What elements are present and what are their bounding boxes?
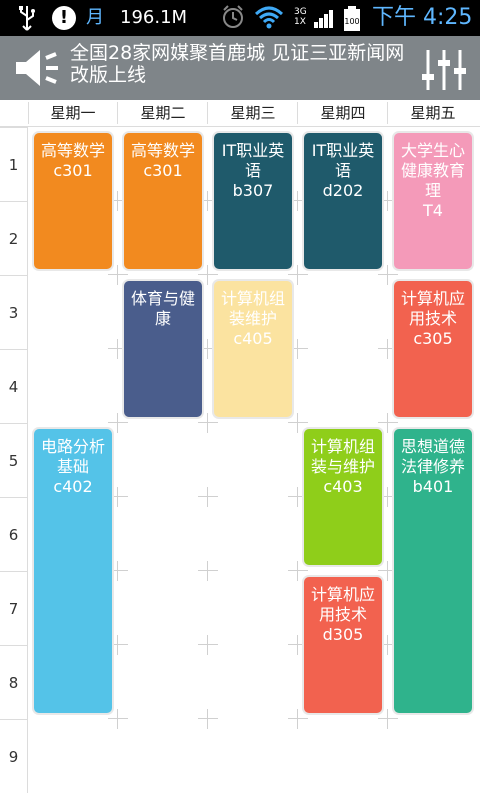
- period-number: 9: [0, 719, 28, 793]
- calendar-indicator: 月: [86, 7, 104, 28]
- course-card[interactable]: 大学生心健康教育理 T4: [392, 131, 474, 271]
- course-card[interactable]: 高等数学 c301: [122, 131, 204, 271]
- course-name: IT职业英语: [311, 141, 375, 180]
- grid-marker: [198, 635, 218, 655]
- course-card[interactable]: IT职业英语 d202: [302, 131, 384, 271]
- day-divider: [387, 102, 388, 124]
- course-card[interactable]: 体育与健康: [122, 279, 204, 419]
- period-number: 5: [0, 423, 28, 497]
- course-name: 体育与健康: [130, 289, 195, 328]
- course-name: 计算机组装与维护: [310, 437, 375, 476]
- course-name: IT职业英语: [221, 141, 285, 180]
- alert-icon: !: [52, 6, 76, 30]
- day-divider: [117, 102, 118, 124]
- course-room: c403: [323, 477, 363, 496]
- news-header: 全国28家网媒聚首鹿城 见证三亚新闻网改版上线: [0, 36, 480, 100]
- weekday-header: 星期一 星期二 星期三 星期四 星期五: [0, 100, 480, 127]
- course-card[interactable]: 计算机组装维护 c405: [212, 279, 294, 419]
- course-name: 高等数学: [130, 141, 195, 160]
- course-card[interactable]: 计算机组装与维护 c403: [302, 427, 384, 567]
- wifi-icon: [254, 0, 284, 36]
- course-name: 大学生心健康教育理: [400, 141, 465, 200]
- period-number: 1: [0, 127, 28, 201]
- battery-icon: 100: [340, 0, 364, 36]
- course-name: 电路分析基础: [40, 437, 105, 476]
- course-room: d305: [322, 625, 364, 644]
- period-number: 6: [0, 497, 28, 571]
- day-label: 星期三: [230, 104, 276, 122]
- grid-marker: [198, 487, 218, 507]
- period-number: 7: [0, 571, 28, 645]
- course-card[interactable]: 电路分析基础 c402: [32, 427, 114, 715]
- period-column: 1 2 3 4 5 6 7 8 9: [0, 127, 28, 800]
- course-name: 高等数学: [40, 141, 105, 160]
- signal-icon: [312, 0, 336, 36]
- news-headline[interactable]: 全国28家网媒聚首鹿城 见证三亚新闻网改版上线: [70, 42, 408, 86]
- period-number: 3: [0, 275, 28, 349]
- course-card[interactable]: 高等数学 c301: [32, 131, 114, 271]
- course-name: 计算机组装维护: [220, 289, 285, 328]
- course-room: c301: [143, 161, 183, 180]
- course-room: b307: [232, 181, 274, 200]
- course-card[interactable]: 计算机应用技术 c305: [392, 279, 474, 419]
- day-label: 星期四: [320, 104, 366, 122]
- day-label: 星期一: [50, 104, 96, 122]
- course-name: 计算机应用技术: [400, 289, 465, 328]
- clock-text: 下午 4:25: [372, 5, 473, 30]
- course-room: c301: [53, 161, 93, 180]
- day-divider: [297, 102, 298, 124]
- timetable-grid[interactable]: 高等数学 c301 高等数学 c301 IT职业英语 b307 IT职业英语 d202 大学生心…: [28, 127, 480, 800]
- course-card[interactable]: 思想道德法律修养 b401: [392, 427, 474, 715]
- period-number: 8: [0, 645, 28, 719]
- day-divider: [28, 102, 29, 124]
- day-label: 星期五: [410, 104, 456, 122]
- course-room: d202: [322, 181, 364, 200]
- course-name: 计算机应用技术: [310, 585, 375, 624]
- period-number: 4: [0, 349, 28, 423]
- data-usage-text: 196.1M: [120, 7, 188, 28]
- course-room: T4: [423, 201, 443, 220]
- course-card[interactable]: 计算机应用技术 d305: [302, 575, 384, 715]
- day-label: 星期二: [140, 104, 186, 122]
- speaker-icon[interactable]: [12, 46, 60, 90]
- course-card[interactable]: IT职业英语 b307: [212, 131, 294, 271]
- network-type-text: 3G 1X: [294, 7, 307, 27]
- status-bar: ! 月 196.1M 3G 1X 100 下午 4:25: [0, 0, 480, 36]
- period-number: 2: [0, 201, 28, 275]
- course-room: c402: [53, 477, 93, 496]
- grid-marker: [198, 709, 218, 729]
- alarm-icon: [220, 0, 246, 36]
- course-name: 思想道德法律修养: [400, 437, 465, 476]
- grid-marker: [198, 561, 218, 581]
- battery-level-text: 100: [344, 17, 359, 26]
- course-room: c405: [233, 329, 273, 348]
- course-room: b401: [412, 477, 454, 496]
- usb-icon: [14, 0, 42, 36]
- day-divider: [207, 102, 208, 124]
- course-room: c305: [413, 329, 453, 348]
- equalizer-icon[interactable]: [420, 48, 468, 92]
